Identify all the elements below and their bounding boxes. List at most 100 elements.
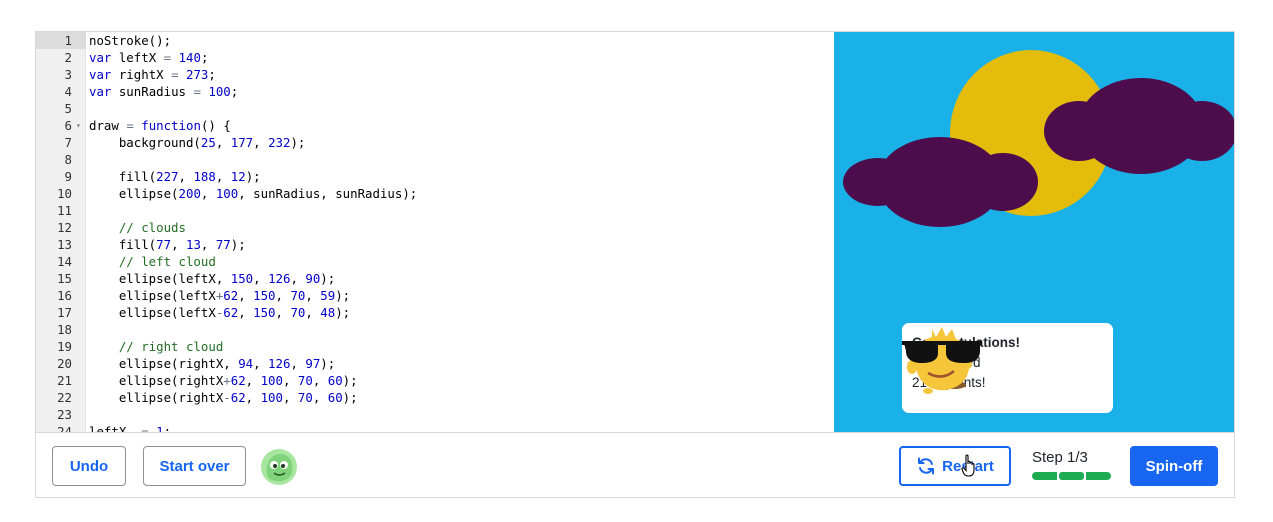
line-number: 18 bbox=[57, 322, 72, 337]
code-token: , bbox=[245, 390, 261, 405]
line-number: 23 bbox=[57, 407, 72, 422]
line-code: fill(227, 188, 12); bbox=[89, 168, 261, 185]
code-token: ); bbox=[335, 305, 351, 320]
code-line[interactable]: 23 bbox=[36, 406, 834, 423]
code-token: ellipse(rightX bbox=[89, 373, 224, 388]
output-canvas: Congratulations! You earned 2100 points! bbox=[834, 32, 1234, 432]
code-token: + bbox=[223, 373, 231, 388]
code-token: leftX bbox=[89, 424, 134, 432]
code-token: 100 bbox=[215, 186, 239, 201]
code-token: , bbox=[282, 373, 298, 388]
code-token: 62 bbox=[230, 390, 246, 405]
code-line[interactable]: 9 fill(227, 188, 12); bbox=[36, 168, 834, 185]
code-line[interactable]: 16 ellipse(leftX+62, 150, 70, 59); bbox=[36, 287, 834, 304]
start-over-button[interactable]: Start over bbox=[143, 446, 246, 486]
code-token: , bbox=[275, 288, 291, 303]
step-label: Step 1/3 bbox=[1032, 449, 1088, 466]
code-line[interactable]: 8 bbox=[36, 151, 834, 168]
code-token: , bbox=[238, 305, 254, 320]
code-token: 200 bbox=[178, 186, 201, 201]
code-line[interactable]: 4 var sunRadius = 100; bbox=[36, 83, 834, 100]
code-token: , bbox=[253, 135, 269, 150]
code-token: , bbox=[245, 373, 261, 388]
code-line[interactable]: 20 ellipse(rightX, 94, 126, 97); bbox=[36, 355, 834, 372]
line-code: ellipse(leftX, 150, 126, 90); bbox=[89, 270, 335, 287]
line-code: // right cloud bbox=[89, 338, 223, 355]
code-token: 77 bbox=[156, 237, 172, 252]
code-line[interactable]: 14 // left cloud bbox=[36, 253, 834, 270]
green-blob-avatar-icon[interactable] bbox=[260, 448, 298, 486]
code-token: 70 bbox=[290, 305, 306, 320]
code-token: 188 bbox=[193, 169, 216, 184]
code-token: fill( bbox=[89, 237, 157, 252]
line-code: // clouds bbox=[89, 219, 186, 236]
code-line[interactable]: 6 ▾ draw = function() { bbox=[36, 117, 834, 134]
code-line[interactable]: 19 // right cloud bbox=[36, 338, 834, 355]
code-line[interactable]: 13 fill(77, 13, 77); bbox=[36, 236, 834, 253]
step-indicator: Step 1/3 bbox=[1032, 449, 1111, 480]
code-token: sunRadius bbox=[111, 84, 194, 99]
code-token: , bbox=[275, 305, 291, 320]
code-token: ellipse(leftX bbox=[89, 305, 216, 320]
line-code: noStroke(); bbox=[89, 32, 171, 49]
code-token: var bbox=[89, 50, 112, 65]
code-line[interactable]: 3 var rightX = 273; bbox=[36, 66, 834, 83]
line-number: 16 bbox=[57, 288, 72, 303]
restart-button[interactable]: Restart bbox=[899, 446, 1011, 486]
code-line[interactable]: 7 background(25, 177, 232); bbox=[36, 134, 834, 151]
code-token: , bbox=[253, 271, 269, 286]
fold-toggle-icon[interactable]: ▾ bbox=[76, 117, 81, 134]
line-number: 17 bbox=[57, 305, 72, 320]
code-token: ; bbox=[163, 424, 172, 432]
line-number: 20 bbox=[57, 356, 72, 371]
code-token: 100 bbox=[260, 373, 283, 388]
line-code: var rightX = 273; bbox=[89, 66, 216, 83]
code-token: , bbox=[290, 356, 306, 371]
line-number: 15 bbox=[57, 271, 72, 286]
code-line[interactable]: 1 noStroke(); bbox=[36, 32, 834, 49]
code-line[interactable]: 12 // clouds bbox=[36, 219, 834, 236]
undo-button[interactable]: Undo bbox=[52, 446, 126, 486]
code-token: 150 bbox=[253, 305, 276, 320]
code-token: ); bbox=[320, 271, 336, 286]
code-line[interactable]: 24 leftX -= 1; bbox=[36, 423, 834, 432]
code-line[interactable]: 11 bbox=[36, 202, 834, 219]
code-token: = bbox=[193, 84, 201, 99]
code-token: , bbox=[178, 169, 194, 184]
code-token: 1 bbox=[156, 424, 164, 432]
line-number: 5 bbox=[64, 101, 72, 116]
code-line[interactable]: 21 ellipse(rightX+62, 100, 70, 60); bbox=[36, 372, 834, 389]
code-token: leftX bbox=[111, 50, 164, 65]
code-lines[interactable]: 1 noStroke(); 2 var leftX = 140; 3 var rightX… bbox=[36, 32, 834, 432]
code-token: ); bbox=[342, 373, 358, 388]
code-line[interactable]: 22 ellipse(rightX-62, 100, 70, 60); bbox=[36, 389, 834, 406]
code-token: 48 bbox=[320, 305, 336, 320]
code-token: , sunRadius, sunRadius); bbox=[238, 186, 418, 201]
line-number: 12 bbox=[57, 220, 72, 235]
line-code: ellipse(200, 100, sunRadius, sunRadius); bbox=[89, 185, 417, 202]
code-token: 100 bbox=[208, 84, 231, 99]
code-line[interactable]: 2 var leftX = 140; bbox=[36, 49, 834, 66]
code-token: ); bbox=[342, 390, 358, 405]
code-line[interactable]: 15 ellipse(leftX, 150, 126, 90); bbox=[36, 270, 834, 287]
code-token: 62 bbox=[230, 373, 246, 388]
code-token: = bbox=[126, 118, 134, 133]
code-token: // left cloud bbox=[89, 254, 216, 269]
code-line[interactable]: 10 ellipse(200, 100, sunRadius, sunRadiu… bbox=[36, 185, 834, 202]
code-token: , bbox=[290, 271, 306, 286]
code-line[interactable]: 5 bbox=[36, 100, 834, 117]
code-token: , bbox=[238, 288, 254, 303]
code-token: ); bbox=[230, 237, 246, 252]
code-line[interactable]: 17 ellipse(leftX-62, 150, 70, 48); bbox=[36, 304, 834, 321]
code-token: 100 bbox=[260, 390, 283, 405]
code-line[interactable]: 18 bbox=[36, 321, 834, 338]
code-token: function bbox=[141, 118, 201, 133]
code-editor[interactable]: 1 noStroke(); 2 var leftX = 140; 3 var rightX… bbox=[36, 32, 834, 432]
spin-off-button[interactable]: Spin-off bbox=[1130, 446, 1218, 486]
code-token: 25 bbox=[200, 135, 216, 150]
code-token: 60 bbox=[327, 373, 343, 388]
line-code: var sunRadius = 100; bbox=[89, 83, 238, 100]
code-token: ellipse(leftX, bbox=[89, 271, 231, 286]
code-token: 97 bbox=[305, 356, 321, 371]
